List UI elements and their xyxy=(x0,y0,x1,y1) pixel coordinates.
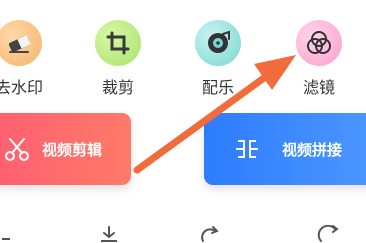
refresh-icon[interactable] xyxy=(315,225,343,243)
video-edit-label: 视频剪辑 xyxy=(42,141,103,159)
filter-icon xyxy=(307,31,331,54)
tool-crop[interactable]: 裁剪 xyxy=(78,20,158,98)
crop-icon xyxy=(106,31,130,55)
rotate-icon[interactable] xyxy=(195,225,223,243)
video-join-label: 视频拼接 xyxy=(282,141,343,159)
join-icon xyxy=(236,140,258,158)
eraser-icon-circle xyxy=(0,20,42,66)
music-disc-icon xyxy=(208,30,230,53)
music-disc-icon-circle xyxy=(195,20,241,66)
download-icon[interactable] xyxy=(95,225,123,243)
eraser-icon xyxy=(8,35,31,53)
tool-label-crop: 裁剪 xyxy=(101,78,134,97)
video-join-card[interactable]: 视频拼接 xyxy=(204,113,366,185)
video-edit-card[interactable]: 视频剪辑 xyxy=(0,113,131,185)
crop-icon-circle xyxy=(95,20,141,66)
tool-filter[interactable]: 滤镜 xyxy=(279,20,359,98)
tool-remove-watermark[interactable]: 去水印 xyxy=(0,20,59,98)
bottom-icon-1[interactable] xyxy=(0,225,28,243)
tool-label-music: 配乐 xyxy=(201,78,234,97)
tool-label-filter: 滤镜 xyxy=(302,78,335,97)
scissors-icon xyxy=(5,138,29,161)
tool-label-remove-watermark: 去水印 xyxy=(0,78,43,97)
tool-music[interactable]: 配乐 xyxy=(178,20,258,98)
filter-icon-circle xyxy=(296,20,342,66)
